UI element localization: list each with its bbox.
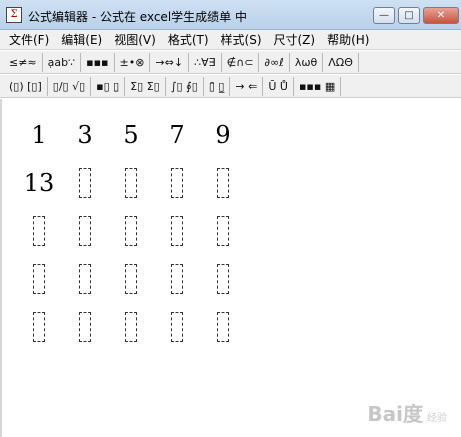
matrix-cell-value: 9 [215, 121, 231, 149]
matrix-cell[interactable] [62, 255, 108, 303]
empty-slot-placeholder[interactable] [79, 168, 91, 198]
watermark-logo: Bai度 经验 [367, 398, 447, 427]
matrix-cell-value: 5 [123, 121, 139, 149]
empty-slot-placeholder[interactable] [171, 216, 183, 246]
matrix-palette-icon[interactable]: ▪▪▪ ▦ [294, 76, 342, 96]
title-bar: Σ 公式编辑器 - 公式在 excel学生成绩单 中 — □ ✕ [0, 0, 461, 30]
spaces-palette-icon[interactable]: ạab∵ [43, 52, 82, 72]
menu-bar: 文件(F) 编辑(E) 视图(V) 格式(T) 样式(S) 尺寸(Z) 帮助(H… [0, 30, 461, 50]
empty-slot-placeholder[interactable] [79, 312, 91, 342]
empty-slot-placeholder[interactable] [33, 312, 45, 342]
matrix-cell[interactable] [108, 159, 154, 207]
products-palette-icon[interactable]: Ū Ů [263, 76, 294, 96]
menu-file[interactable]: 文件(F) [9, 31, 49, 48]
empty-slot-placeholder[interactable] [125, 216, 137, 246]
empty-slot-placeholder[interactable] [33, 216, 45, 246]
matrix-cell[interactable] [108, 207, 154, 255]
watermark-sub: 经验 [427, 413, 447, 424]
matrix-cell[interactable] [200, 207, 246, 255]
matrix-cell[interactable] [108, 303, 154, 351]
matrix-cell[interactable] [200, 255, 246, 303]
matrix-cell[interactable] [62, 159, 108, 207]
labeled-arrows-palette-icon[interactable]: → ⇐ [230, 76, 264, 96]
subscript-superscript-palette-icon[interactable]: ▪▯ ▯̱ [91, 76, 126, 96]
matrix-cell[interactable] [16, 255, 62, 303]
matrix-cell-value: 13 [23, 169, 55, 197]
matrix-cell[interactable] [154, 255, 200, 303]
matrix-cell-value: 3 [77, 121, 93, 149]
matrix-cell[interactable]: 7 [154, 111, 200, 159]
empty-slot-placeholder[interactable] [217, 264, 229, 294]
matrix-cell[interactable] [154, 303, 200, 351]
empty-slot-placeholder[interactable] [79, 216, 91, 246]
empty-slot-placeholder[interactable] [79, 264, 91, 294]
relations-palette-icon[interactable]: ≤≠≈ [4, 52, 43, 72]
matrix-cell[interactable]: 5 [108, 111, 154, 159]
equation-workspace[interactable]: 1 3 5 7 9 13 Bai度 经验 [0, 99, 461, 437]
greek-lower-palette-icon[interactable]: λωθ [290, 52, 324, 72]
menu-size[interactable]: 尺寸(Z) [274, 31, 316, 48]
matrix-cell[interactable] [154, 159, 200, 207]
menu-format[interactable]: 格式(T) [168, 31, 209, 48]
matrix-cell[interactable]: 13 [16, 159, 62, 207]
summation-palette-icon[interactable]: Σ▯ Σ▯ [125, 76, 166, 96]
matrix-cell-value: 7 [169, 121, 185, 149]
empty-slot-placeholder[interactable] [125, 312, 137, 342]
embellishments-palette-icon[interactable]: ▪▪▪ [81, 52, 115, 72]
logic-palette-icon[interactable]: ∴∀∃ [189, 52, 222, 72]
arrows-palette-icon[interactable]: →⇔↓ [150, 52, 190, 72]
maximize-button[interactable]: □ [398, 7, 420, 24]
empty-slot-placeholder[interactable] [171, 312, 183, 342]
fraction-radical-palette-icon[interactable]: ▯/▯ √▯ [48, 76, 92, 96]
menu-edit[interactable]: 编辑(E) [61, 31, 102, 48]
empty-slot-placeholder[interactable] [171, 168, 183, 198]
matrix-cell[interactable] [62, 207, 108, 255]
greek-upper-palette-icon[interactable]: ΛΩΘ [323, 52, 359, 72]
empty-slot-placeholder[interactable] [125, 168, 137, 198]
misc-symbols-palette-icon[interactable]: ∂∞ℓ [259, 52, 290, 72]
integral-palette-icon[interactable]: ∫▯ ∮▯ [166, 76, 204, 96]
matrix-cell[interactable] [154, 207, 200, 255]
menu-view[interactable]: 视图(V) [114, 31, 156, 48]
empty-slot-placeholder[interactable] [171, 264, 183, 294]
menu-style[interactable]: 样式(S) [221, 31, 262, 48]
menu-help[interactable]: 帮助(H) [327, 31, 369, 48]
empty-slot-placeholder[interactable] [125, 264, 137, 294]
watermark-brand: Bai度 [367, 402, 423, 426]
matrix-cell[interactable] [108, 255, 154, 303]
empty-slot-placeholder[interactable] [33, 264, 45, 294]
matrix-cell-value: 1 [31, 121, 47, 149]
empty-slot-placeholder[interactable] [217, 216, 229, 246]
close-button[interactable]: ✕ [423, 7, 459, 24]
matrix-cell[interactable] [200, 303, 246, 351]
sets-palette-icon[interactable]: ∉∩⊂ [222, 52, 260, 72]
matrix-cell[interactable] [62, 303, 108, 351]
underbar-overbar-palette-icon[interactable]: ▯̄ ▯̲ [204, 76, 231, 96]
window-title: 公式编辑器 - 公式在 excel学生成绩单 中 [28, 10, 247, 24]
matrix-cell[interactable] [16, 207, 62, 255]
operators-palette-icon[interactable]: ±•⊗ [115, 52, 151, 72]
equation-editor-app-icon[interactable]: Σ [6, 7, 22, 23]
equation-matrix: 1 3 5 7 9 13 [16, 111, 246, 351]
matrix-cell[interactable] [16, 303, 62, 351]
fences-palette-icon[interactable]: (▯) [▯] [4, 76, 48, 96]
matrix-cell[interactable]: 3 [62, 111, 108, 159]
empty-slot-placeholder[interactable] [217, 312, 229, 342]
template-palette-toolbar: (▯) [▯] ▯/▯ √▯ ▪▯ ▯̱ Σ▯ Σ▯ ∫▯ ∮▯ ▯̄ ▯̲ →… [0, 75, 461, 98]
matrix-cell[interactable]: 9 [200, 111, 246, 159]
matrix-cell[interactable] [200, 159, 246, 207]
minimize-button[interactable]: — [373, 7, 395, 24]
matrix-cell[interactable]: 1 [16, 111, 62, 159]
empty-slot-placeholder[interactable] [217, 168, 229, 198]
symbol-palette-toolbar: ≤≠≈ ạab∵ ▪▪▪ ±•⊗ →⇔↓ ∴∀∃ ∉∩⊂ ∂∞ℓ λωθ ΛΩΘ [0, 51, 461, 74]
